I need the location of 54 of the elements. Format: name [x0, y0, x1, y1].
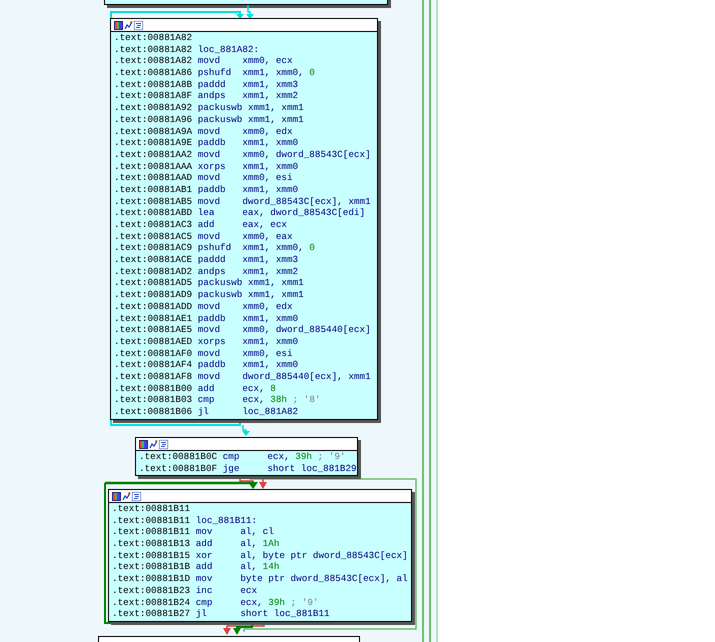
code-line: .text:00881AD5 packuswb xmm1, xmm1 — [114, 277, 305, 290]
code-line: .text:00881ADD movd xmm0, edx — [114, 300, 294, 312]
pencil-graph-icon[interactable] — [124, 20, 133, 30]
code-line: .text:00881AAA xorps xmm1, xmm0 — [114, 160, 300, 172]
code-line: .text:00881AF4 paddb xmm1, xmm0 — [114, 359, 300, 371]
code-line: .text:00881B15 xor al, byte ptr dword_88543C[ecx] — [112, 550, 408, 562]
code-line: .text:00881AE5 movd xmm0, dword_885440[ecx] — [114, 324, 372, 336]
code-line: .text:00881AE1 paddb xmm1, xmm0 — [114, 312, 300, 324]
code-line: .text:00881AC3 add eax, ecx — [114, 219, 288, 231]
color-palette-icon[interactable] — [112, 492, 121, 500]
code-line: .text:00881B06 jl loc_881A82 — [114, 406, 300, 418]
code-line: .text:00881AB1 paddb xmm1, xmm0 — [114, 184, 300, 196]
code-line: .text:00881A82 movd xmm0, ecx — [114, 55, 294, 68]
code-line: .text:00881A8F andps xmm1, xmm2 — [114, 90, 300, 102]
code-line: .text:00881A9E paddb xmm1, xmm0 — [114, 137, 300, 149]
code-line: .text:00881B1D mov byte ptr dword_88543C[ecx], al — [112, 573, 408, 585]
code-line: .text:00881ACE paddd xmm1, xmm3 — [114, 254, 300, 266]
code-line: .text:00881B27 jl short loc_881B11 — [112, 608, 331, 620]
code-line: .text:00881AF0 movd xmm0, esi — [114, 348, 294, 360]
list-icon[interactable] — [132, 492, 141, 500]
code-line: .text:00881A9A movd xmm0, edx — [114, 126, 294, 138]
code-line: .text:00881AB5 movd dword_88543C[ecx], xmm1 — [114, 196, 372, 208]
code-line: .text:00881B24 cmp ecx, 39h ; '9' — [112, 596, 320, 608]
color-palette-icon[interactable] — [139, 440, 148, 448]
code-line: .text:00881AD2 andps xmm1, xmm2 — [114, 266, 300, 278]
code-line: .text:00881B11 mov al, cl — [112, 526, 275, 538]
code-line: .text:00881B23 inc ecx — [112, 584, 258, 596]
color-palette-icon[interactable] — [114, 20, 123, 30]
code-line: .text:00881AD9 packuswb xmm1, xmm1 — [114, 289, 305, 301]
pencil-graph-icon[interactable] — [122, 492, 131, 500]
code-line: .text:00881A86 pshufd xmm1, xmm0, 0 — [114, 67, 316, 79]
code-line: .text:00881A8B paddd xmm1, xmm3 — [114, 78, 300, 90]
code-line: .text:00881B11 loc_881B11: — [112, 514, 258, 526]
code-line: .text:00881AA2 movd xmm0, dword_88543C[ecx] — [114, 148, 372, 161]
code-line: .text:00881ABD lea eax, dword_88543C[edi] — [114, 207, 366, 219]
list-icon[interactable] — [159, 440, 168, 448]
code-line: .text:00881B0F jge short loc_881B29 — [139, 462, 354, 474]
code-line: .text:00881AC9 pshufd xmm1, xmm0, 0 — [114, 242, 316, 254]
code-line: .text:00881AAD movd xmm0, esi — [114, 172, 294, 184]
code-line: .text:00881AF8 movd dword_885440[ecx], xmm1 — [114, 370, 372, 383]
code-line: .text:00881A92 packuswb xmm1, xmm1 — [114, 102, 305, 114]
code-line: .text:00881B00 add ecx, 8 — [114, 382, 277, 394]
list-icon[interactable] — [134, 20, 143, 30]
pencil-graph-icon[interactable] — [149, 440, 158, 448]
code-line: .text:00881B0C cmp ecx, 39h ; '9' — [139, 451, 346, 463]
code-line: .text:00881AED xorps xmm1, xmm0 — [114, 336, 300, 348]
code-line: .text:00881B03 cmp ecx, 38h ; '8' — [114, 394, 322, 406]
code-line: .text:00881B13 add al, 1Ah — [112, 538, 280, 550]
code-line: .text:00881A96 packuswb xmm1, xmm1 — [114, 114, 305, 126]
code-line: .text:00881AC5 movd xmm0, eax — [114, 230, 294, 242]
code-line: .text:00881A82 — [114, 32, 194, 44]
code-line: .text:00881B11 — [112, 503, 192, 515]
code-line: .text:00881A82 loc_881A82: — [114, 44, 260, 56]
code-line: .text:00881B1B add al, 14h — [112, 561, 280, 574]
